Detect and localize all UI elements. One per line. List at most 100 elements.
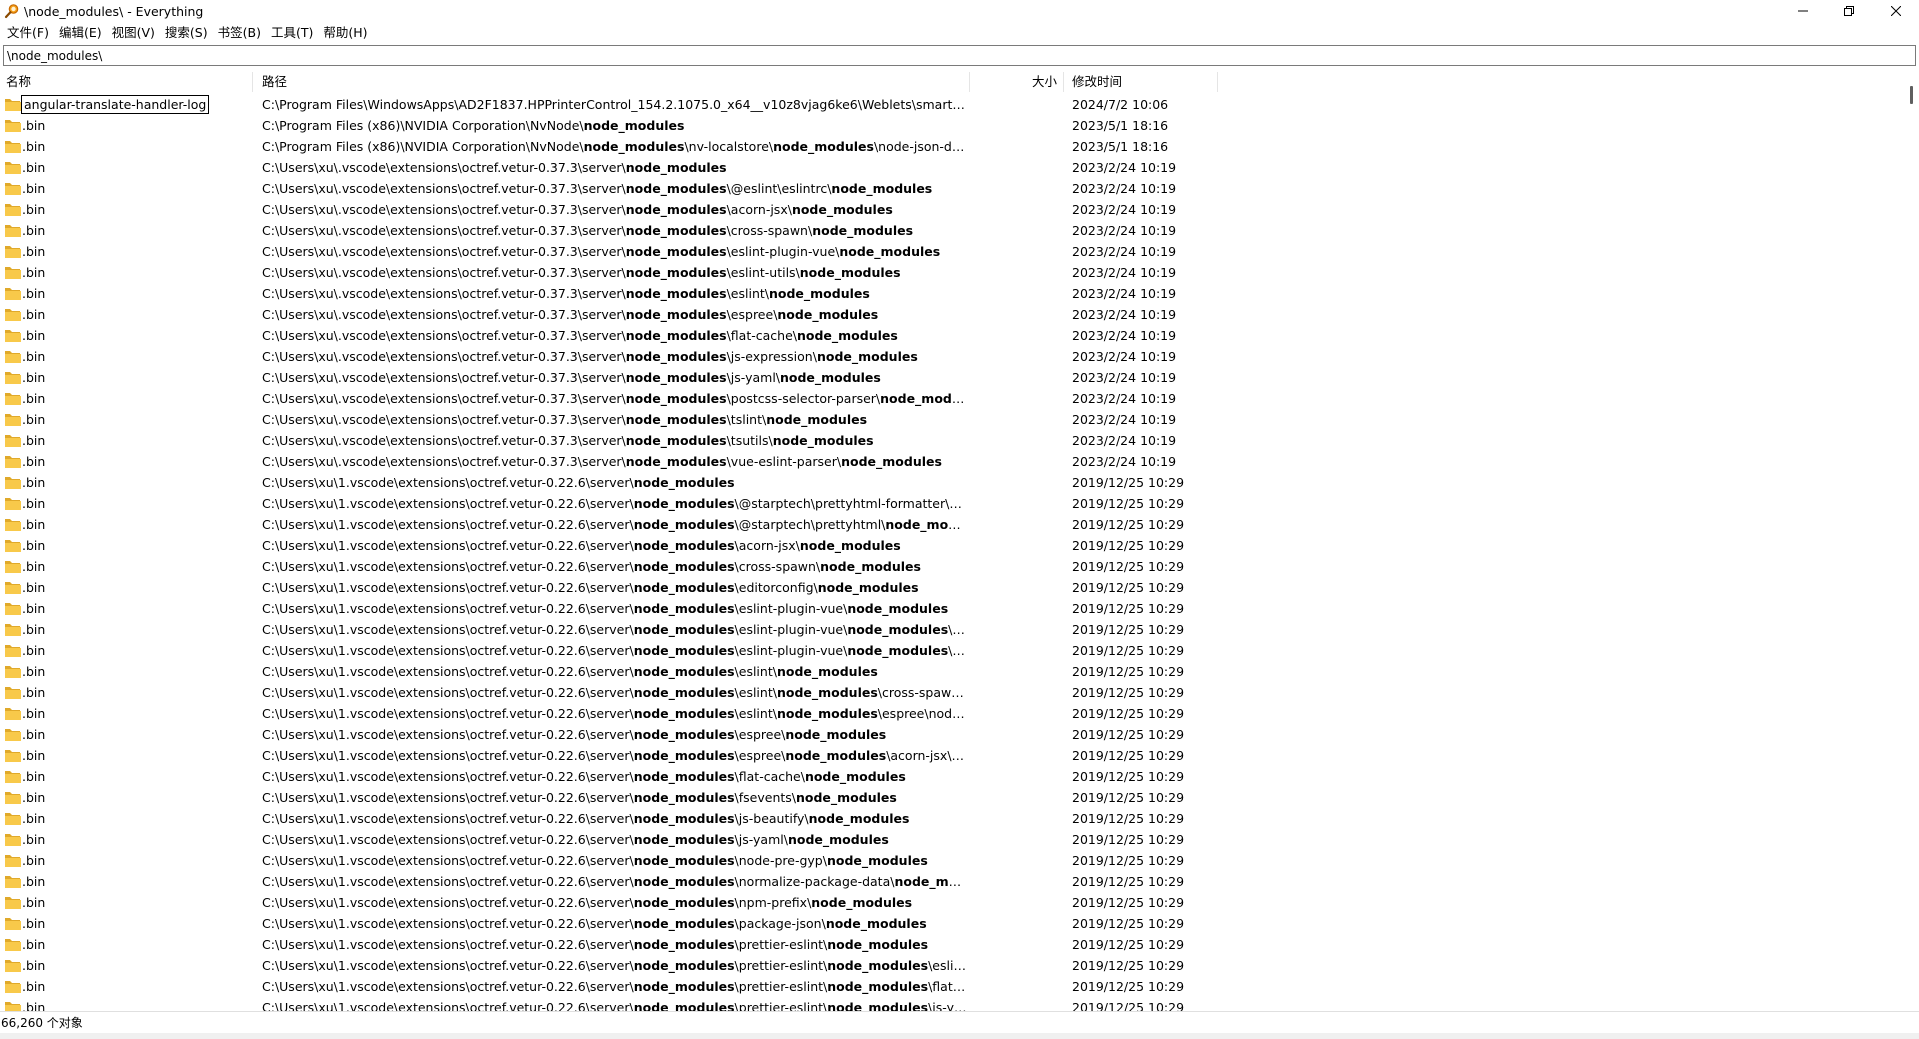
result-row[interactable]: .bin C:\Users\xu\1.vscode\extensions\octr…: [0, 955, 1905, 976]
path-cell: C:\Users\xu\1.vscode\extensions\octref.v…: [262, 955, 968, 976]
path-segment: C:\Users\xu\1.vscode\extensions\octref.v…: [262, 958, 634, 973]
name-cell: .bin: [2, 409, 250, 430]
result-row[interactable]: .bin C:\Users\xu\1.vscode\extensions\octr…: [0, 997, 1905, 1011]
vertical-scrollbar[interactable]: [1905, 72, 1919, 1011]
modified-cell: 2019/12/25 10:29: [1072, 958, 1185, 973]
path-segment: C:\Users\xu\1.vscode\extensions\octref.v…: [262, 622, 634, 637]
result-row[interactable]: .bin C:\Users\xu\1.vscode\extensions\octr…: [0, 535, 1905, 556]
result-row[interactable]: .bin C:\Users\xu\1.vscode\extensions\octr…: [0, 514, 1905, 535]
result-row[interactable]: .bin C:\Users\xu\1.vscode\extensions\octr…: [0, 640, 1905, 661]
file-name: .bin: [22, 370, 46, 385]
name-cell: .bin: [2, 577, 250, 598]
result-row[interactable]: .bin C:\Users\xu\1.vscode\extensions\octr…: [0, 724, 1905, 745]
menu-help[interactable]: 帮助(H): [318, 22, 372, 43]
result-row[interactable]: .bin C:\Users\xu\.vscode\extensions\octre…: [0, 325, 1905, 346]
path-segment: C:\Users\xu\1.vscode\extensions\octref.v…: [262, 664, 634, 679]
menu-file[interactable]: 文件(F): [2, 22, 54, 43]
path-segment: \prettier-eslint\: [734, 937, 828, 952]
result-row[interactable]: .bin C:\Users\xu\1.vscode\extensions\octr…: [0, 493, 1905, 514]
result-row[interactable]: angular-translate-handler-log C:\Program …: [0, 94, 1905, 115]
result-row[interactable]: .bin C:\Users\xu\.vscode\extensions\octre…: [0, 346, 1905, 367]
menu-tools[interactable]: 工具(T): [266, 22, 318, 43]
result-row[interactable]: .bin C:\Users\xu\1.vscode\extensions\octr…: [0, 850, 1905, 871]
result-row[interactable]: .bin C:\Users\xu\.vscode\extensions\octre…: [0, 157, 1905, 178]
result-row[interactable]: .bin C:\Users\xu\.vscode\extensions\octre…: [0, 262, 1905, 283]
result-row[interactable]: .bin C:\Users\xu\.vscode\extensions\octre…: [0, 430, 1905, 451]
result-row[interactable]: .bin C:\Users\xu\1.vscode\extensions\octr…: [0, 976, 1905, 997]
close-button[interactable]: [1873, 0, 1919, 22]
menu-view[interactable]: 视图(V): [107, 22, 160, 43]
file-name: .bin: [22, 622, 46, 637]
path-segment: \js-beautify\: [734, 811, 809, 826]
path-segment: node_modul...: [928, 706, 968, 721]
result-row[interactable]: .bin C:\Users\xu\1.vscode\extensions\octr…: [0, 829, 1905, 850]
result-row[interactable]: .bin C:\Users\xu\.vscode\extensions\octre…: [0, 178, 1905, 199]
path-match-highlight: node_modules: [633, 979, 735, 994]
minimize-button[interactable]: [1780, 0, 1826, 22]
file-name: .bin: [22, 286, 46, 301]
result-row[interactable]: .bin C:\Users\xu\.vscode\extensions\octre…: [0, 409, 1905, 430]
column-header-size[interactable]: 大小: [970, 72, 1064, 92]
menu-edit[interactable]: 编辑(E): [54, 22, 107, 43]
path-match-highlight: node_modules: [827, 937, 929, 952]
result-row[interactable]: .bin C:\Users\xu\1.vscode\extensions\octr…: [0, 871, 1905, 892]
result-row[interactable]: .bin C:\Users\xu\.vscode\extensions\octre…: [0, 283, 1905, 304]
folder-icon: [5, 918, 21, 930]
folder-icon: [5, 939, 21, 951]
path-match-highlight: node_modules: [826, 853, 928, 868]
path-segment: C:\Users\xu\1.vscode\extensions\octref.v…: [262, 916, 634, 931]
search-input[interactable]: [3, 45, 1916, 66]
result-row[interactable]: .bin C:\Users\xu\.vscode\extensions\octre…: [0, 451, 1905, 472]
menu-search[interactable]: 搜索(S): [160, 22, 213, 43]
column-header-path[interactable]: 路径: [253, 72, 970, 92]
scrollbar-thumb[interactable]: [1910, 86, 1913, 104]
column-header-modified[interactable]: 修改时间: [1064, 72, 1218, 92]
result-row[interactable]: .bin C:\Users\xu\1.vscode\extensions\octr…: [0, 934, 1905, 955]
name-cell: .bin: [2, 892, 250, 913]
folder-icon: [5, 351, 21, 363]
path-match-highlight: node_modules: [633, 643, 735, 658]
result-row[interactable]: .bin C:\Users\xu\.vscode\extensions\octre…: [0, 367, 1905, 388]
result-row[interactable]: .bin C:\Users\xu\.vscode\extensions\octre…: [0, 220, 1905, 241]
path-segment: \prettier-eslint\: [734, 979, 828, 994]
result-row[interactable]: .bin C:\Program Files (x86)\NVIDIA Corpor…: [0, 115, 1905, 136]
path-segment: C:\Users\xu\.vscode\extensions\octref.ve…: [262, 391, 626, 406]
result-row[interactable]: .bin C:\Users\xu\1.vscode\extensions\octr…: [0, 556, 1905, 577]
result-row[interactable]: .bin C:\Users\xu\1.vscode\extensions\octr…: [0, 787, 1905, 808]
folder-icon: [5, 855, 21, 867]
result-row[interactable]: .bin C:\Users\xu\.vscode\extensions\octre…: [0, 304, 1905, 325]
result-row[interactable]: .bin C:\Users\xu\1.vscode\extensions\octr…: [0, 703, 1905, 724]
folder-icon: [5, 225, 21, 237]
result-row[interactable]: .bin C:\Users\xu\1.vscode\extensions\octr…: [0, 577, 1905, 598]
path-match-highlight: node_modules: [885, 517, 968, 532]
path-cell: C:\Users\xu\1.vscode\extensions\octref.v…: [262, 556, 968, 577]
result-row[interactable]: .bin C:\Users\xu\1.vscode\extensions\octr…: [0, 682, 1905, 703]
name-cell: .bin: [2, 220, 250, 241]
result-row[interactable]: .bin C:\Users\xu\.vscode\extensions\octre…: [0, 199, 1905, 220]
restore-button[interactable]: [1826, 0, 1872, 22]
menu-bookmarks[interactable]: 书签(B): [213, 22, 266, 43]
result-row[interactable]: .bin C:\Users\xu\1.vscode\extensions\octr…: [0, 808, 1905, 829]
result-row[interactable]: .bin C:\Users\xu\.vscode\extensions\octre…: [0, 388, 1905, 409]
file-name: .bin: [22, 412, 46, 427]
result-row[interactable]: .bin C:\Users\xu\.vscode\extensions\octre…: [0, 241, 1905, 262]
path-segment: \node-json-db\: [873, 139, 965, 154]
column-header-name[interactable]: 名称: [0, 72, 253, 92]
result-row[interactable]: .bin C:\Users\xu\1.vscode\extensions\octr…: [0, 913, 1905, 934]
result-row[interactable]: .bin C:\Program Files (x86)\NVIDIA Corpor…: [0, 136, 1905, 157]
folder-icon: [5, 309, 21, 321]
result-row[interactable]: .bin C:\Users\xu\1.vscode\extensions\octr…: [0, 661, 1905, 682]
modified-cell: 2019/12/25 10:29: [1072, 622, 1185, 637]
name-cell: .bin: [2, 724, 250, 745]
result-row[interactable]: .bin C:\Users\xu\1.vscode\extensions\octr…: [0, 745, 1905, 766]
path-segment: \editorconfig\: [734, 580, 818, 595]
name-cell: .bin: [2, 661, 250, 682]
result-row[interactable]: .bin C:\Users\xu\1.vscode\extensions\octr…: [0, 472, 1905, 493]
folder-icon: [5, 99, 21, 111]
path-match-highlight: node_modules: [633, 706, 735, 721]
result-row[interactable]: .bin C:\Users\xu\1.vscode\extensions\octr…: [0, 766, 1905, 787]
result-row[interactable]: .bin C:\Users\xu\1.vscode\extensions\octr…: [0, 598, 1905, 619]
result-row[interactable]: .bin C:\Users\xu\1.vscode\extensions\octr…: [0, 619, 1905, 640]
name-cell: .bin: [2, 241, 250, 262]
result-row[interactable]: .bin C:\Users\xu\1.vscode\extensions\octr…: [0, 892, 1905, 913]
